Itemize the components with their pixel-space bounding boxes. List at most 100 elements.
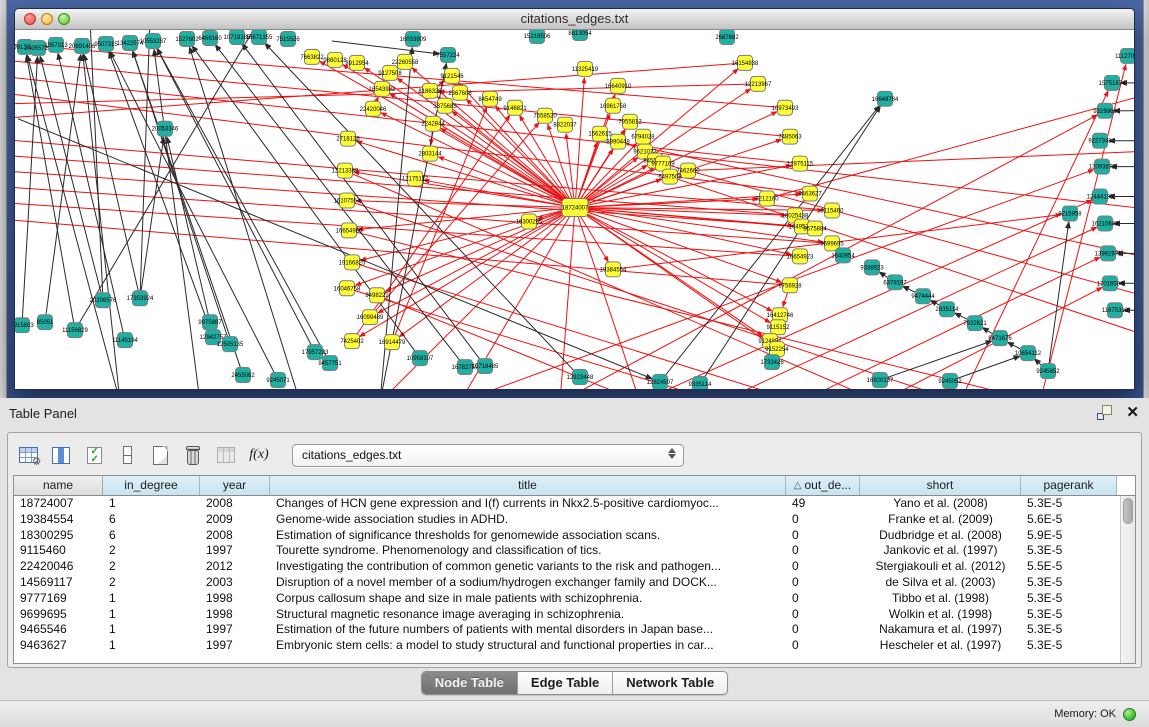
cell-title[interactable]: Genome-wide association studies in ADHD. bbox=[270, 512, 786, 528]
tab-edge-table[interactable]: Edge Table bbox=[518, 672, 613, 694]
scrollbar-thumb[interactable] bbox=[1123, 498, 1133, 524]
graph-node-2367608[interactable]: 2367608 bbox=[448, 85, 472, 100]
cell-short[interactable]: Franke et al. (2009) bbox=[860, 512, 1021, 528]
graph-node-17353924[interactable]: 17353924 bbox=[127, 291, 154, 306]
graph-node-12213967[interactable]: 12213967 bbox=[745, 76, 772, 91]
cell-in_degree[interactable]: 6 bbox=[103, 512, 200, 528]
cell-short[interactable]: Tibbo et al. (1998) bbox=[860, 591, 1021, 607]
graph-node-8215958[interactable]: 8215958 bbox=[1058, 206, 1082, 221]
graph-node-7485063[interactable]: 7485063 bbox=[778, 129, 802, 144]
graph-node-8322037[interactable]: 8322037 bbox=[553, 117, 577, 132]
tab-network-table[interactable]: Network Table bbox=[613, 672, 727, 694]
cell-in_degree[interactable]: 1 bbox=[103, 607, 200, 623]
graph-node-16914479[interactable]: 16914479 bbox=[379, 335, 406, 350]
graph-node-9146821[interactable]: 9146821 bbox=[503, 100, 527, 115]
graph-node-20053346[interactable]: 20053346 bbox=[152, 121, 179, 136]
cell-out_degree[interactable]: 0 bbox=[786, 591, 860, 607]
graph-node-2935114[interactable]: 2935114 bbox=[936, 302, 960, 317]
graph-node-11156829[interactable]: 11156829 bbox=[62, 323, 88, 338]
minimize-traffic-light-icon[interactable] bbox=[41, 13, 53, 25]
cell-pagerank[interactable]: 5.9E-5 bbox=[1021, 528, 1117, 544]
cell-year[interactable]: 2008 bbox=[200, 496, 270, 512]
cell-short[interactable]: Stergiakouli et al. (2012) bbox=[860, 559, 1021, 575]
cell-short[interactable]: Wolkin et al. (1998) bbox=[860, 607, 1021, 623]
cell-out_degree[interactable]: 0 bbox=[786, 528, 860, 544]
graph-node-11145194[interactable]: 11145194 bbox=[112, 333, 138, 348]
cell-short[interactable]: Dudbridge et al. (2008) bbox=[860, 528, 1021, 544]
graph-node-9756928[interactable]: 9756928 bbox=[778, 278, 802, 293]
close-panel-icon[interactable]: ✕ bbox=[1126, 405, 1139, 420]
column-header-pagerank[interactable]: pagerank bbox=[1021, 476, 1117, 495]
new-document-icon[interactable] bbox=[148, 442, 172, 468]
graph-node-9245852[interactable]: 9245852 bbox=[1036, 364, 1060, 379]
cell-name[interactable]: 9699695 bbox=[14, 607, 103, 623]
cell-out_degree[interactable]: 0 bbox=[786, 543, 860, 559]
table-row[interactable]: 946362711997Embryonic stem cells: a mode… bbox=[14, 638, 1120, 654]
cell-year[interactable]: 1998 bbox=[200, 591, 270, 607]
cell-title[interactable]: Embryonic stem cells: a model to study s… bbox=[270, 638, 786, 654]
cell-name[interactable]: 14569117 bbox=[14, 575, 103, 591]
cell-name[interactable]: 18724007 bbox=[14, 496, 103, 512]
row-height-icon[interactable] bbox=[115, 442, 139, 468]
cell-out_degree[interactable]: 0 bbox=[786, 607, 860, 623]
cell-name[interactable]: 18300295 bbox=[14, 528, 103, 544]
graph-node-16154838[interactable]: 16154838 bbox=[732, 55, 759, 70]
cell-title[interactable]: Estimation of the future numbers of pati… bbox=[270, 622, 786, 638]
cell-out_degree[interactable]: 0 bbox=[786, 512, 860, 528]
graph-node-12093872[interactable]: 12093872 bbox=[1089, 159, 1116, 174]
cell-pagerank[interactable]: 5.6E-5 bbox=[1021, 512, 1117, 528]
citation-network-graph[interactable]: 9913704240557241057313206914069507315134… bbox=[15, 30, 1134, 389]
graph-node-9115460[interactable]: 9115460 bbox=[821, 203, 845, 218]
cell-title[interactable]: Tourette syndrome. Phenomenology and cla… bbox=[270, 543, 786, 559]
graph-node-6466160[interactable]: 6466160 bbox=[198, 30, 222, 45]
cell-pagerank[interactable]: 5.3E-5 bbox=[1021, 543, 1117, 559]
close-traffic-light-icon[interactable] bbox=[24, 13, 36, 25]
column-chooser-icon[interactable] bbox=[49, 442, 73, 468]
column-header-out_degree[interactable]: △out_de... bbox=[786, 476, 860, 495]
cell-year[interactable]: 2012 bbox=[200, 559, 270, 575]
cell-pagerank[interactable]: 5.5E-5 bbox=[1021, 559, 1117, 575]
network-window[interactable]: citations_edges.txt 99137042405572410573… bbox=[14, 8, 1135, 390]
cell-out_degree[interactable]: 0 bbox=[786, 638, 860, 654]
graph-node-12975115[interactable]: 12975115 bbox=[787, 156, 814, 171]
graph-node-9463627[interactable]: 9463627 bbox=[798, 186, 822, 201]
cell-title[interactable]: Changes of HCN gene expression and I(f) … bbox=[270, 496, 786, 512]
graph-node-8813054[interactable]: 8813054 bbox=[568, 30, 592, 40]
graph-node-7515526[interactable]: 7515526 bbox=[276, 31, 300, 46]
delete-table-icon[interactable] bbox=[181, 442, 205, 468]
cell-in_degree[interactable]: 1 bbox=[103, 638, 200, 654]
graph-node-1527602[interactable]: 1527602 bbox=[175, 31, 199, 46]
graph-node-9245052[interactable]: 9245052 bbox=[938, 374, 962, 389]
graph-node-10553287[interactable]: 10553287 bbox=[140, 33, 167, 48]
cell-year[interactable]: 2008 bbox=[200, 528, 270, 544]
cell-pagerank[interactable]: 5.3E-5 bbox=[1021, 638, 1117, 654]
tab-node-table[interactable]: Node Table bbox=[422, 672, 518, 694]
graph-node-9975887[interactable]: 9975887 bbox=[198, 315, 222, 330]
cell-in_degree[interactable]: 2 bbox=[103, 543, 200, 559]
graph-node-9329966[interactable]: 9329966 bbox=[1093, 103, 1117, 118]
zoom-traffic-light-icon[interactable] bbox=[58, 13, 70, 25]
cell-pagerank[interactable]: 5.3E-5 bbox=[1021, 496, 1117, 512]
graph-node-7558520[interactable]: 7558520 bbox=[533, 108, 557, 123]
network-canvas[interactable]: 9913704240557241057313206914069507315134… bbox=[15, 30, 1134, 389]
cell-year[interactable]: 2003 bbox=[200, 575, 270, 591]
table-row[interactable]: 946554611997Estimation of the future num… bbox=[14, 622, 1120, 638]
graph-node-12923448[interactable]: 12923448 bbox=[567, 370, 594, 385]
graph-node-16648784[interactable]: 16648784 bbox=[872, 91, 899, 106]
cell-out_degree[interactable]: 49 bbox=[786, 496, 860, 512]
table-row[interactable]: 911546021997Tourette syndrome. Phenomeno… bbox=[14, 543, 1120, 559]
cell-pagerank[interactable]: 5.3E-5 bbox=[1021, 591, 1117, 607]
cell-name[interactable]: 19384554 bbox=[14, 512, 103, 528]
cell-out_degree[interactable]: 0 bbox=[786, 575, 860, 591]
cell-short[interactable]: Yano et al. (2008) bbox=[860, 496, 1021, 512]
graph-node-11675313[interactable]: 11675313 bbox=[1102, 303, 1129, 318]
graph-node-11127045[interactable]: 11127045 bbox=[1115, 48, 1134, 63]
cell-in_degree[interactable]: 1 bbox=[103, 496, 200, 512]
column-header-short[interactable]: short bbox=[860, 476, 1021, 495]
graph-node-16961758[interactable]: 16961758 bbox=[600, 98, 627, 113]
table-row[interactable]: 1938455462009Genome-wide association stu… bbox=[14, 512, 1120, 528]
graph-node-16671355[interactable]: 16671355 bbox=[246, 30, 273, 44]
cell-in_degree[interactable]: 6 bbox=[103, 528, 200, 544]
cell-short[interactable]: de Silva et al. (2003) bbox=[860, 575, 1021, 591]
cell-year[interactable]: 1997 bbox=[200, 543, 270, 559]
